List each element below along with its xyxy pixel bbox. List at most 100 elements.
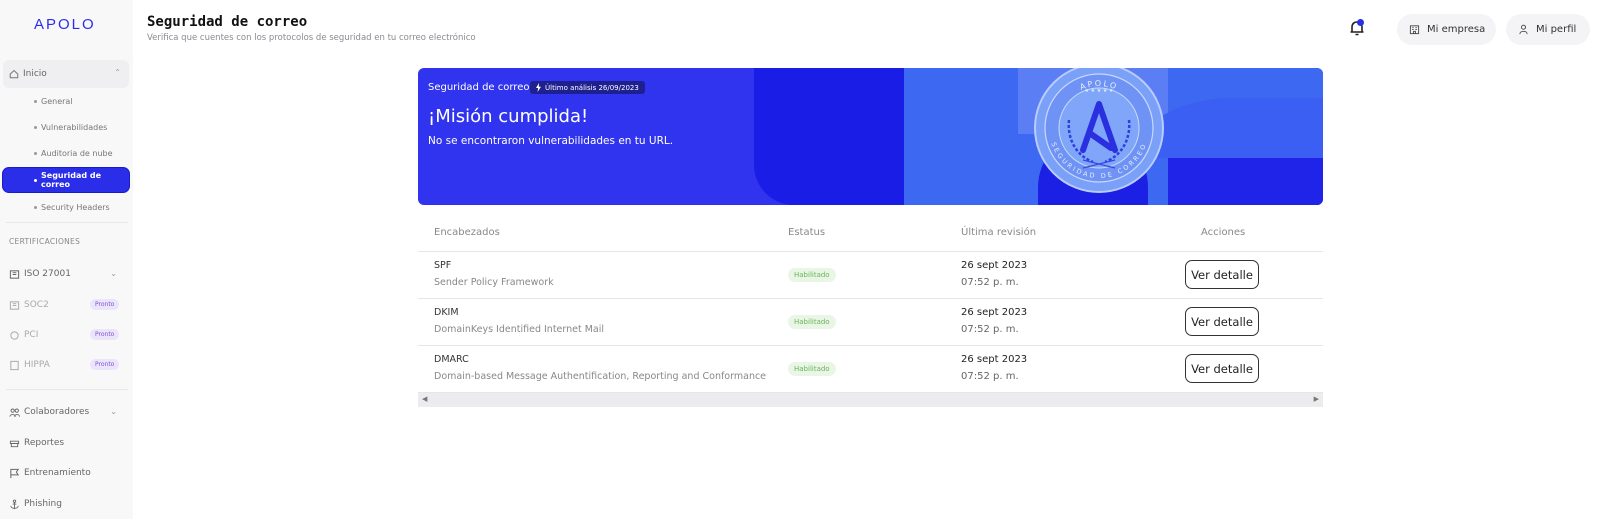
- pronto-badge: Pronto: [90, 329, 120, 340]
- sidebar-item-label: Vulnerabilidades: [41, 122, 108, 132]
- svg-text:★ ★ ★ ★ ★: ★ ★ ★ ★ ★: [1085, 88, 1114, 94]
- sidebar-item-label: Seguridad de correo: [41, 171, 102, 189]
- sidebar-item-colaboradores[interactable]: Colaboradores ⌄: [9, 402, 129, 422]
- review-date: 26 sept 2023: [961, 307, 1028, 318]
- sidebar-item-label: PCI: [24, 330, 39, 340]
- home-icon: [9, 69, 19, 79]
- sidebar-item-label: General: [41, 96, 73, 106]
- sidebar-item-pci[interactable]: PCI Pronto: [9, 325, 129, 345]
- sidebar-item-iso27001[interactable]: ISO 27001 ⌄: [9, 264, 129, 284]
- sidebar-item-label: Phishing: [24, 499, 62, 509]
- sidebar-item-phishing[interactable]: Phishing: [9, 494, 129, 514]
- last-analysis-text: Último análisis 26/09/2023: [545, 83, 639, 92]
- chevron-down-icon: ⌄: [110, 269, 117, 278]
- bullet-icon: [34, 152, 37, 155]
- bullet-icon: [34, 179, 37, 182]
- status-badge: Habilitado: [788, 268, 836, 282]
- sidebar-item-label: Reportes: [24, 438, 65, 448]
- profile-button[interactable]: Mi perfil: [1506, 14, 1590, 45]
- scroll-right-icon[interactable]: ▶: [1314, 395, 1319, 403]
- sidebar-item-label: Auditoria de nube: [41, 148, 113, 158]
- review-time: 07:52 p. m.: [961, 324, 1019, 335]
- sidebar-item-reportes[interactable]: Reportes: [9, 433, 129, 453]
- anchor-icon: [10, 499, 19, 509]
- column-header-status: Estatus: [788, 227, 826, 238]
- building-icon: [1409, 25, 1420, 35]
- sidebar-item-hippa[interactable]: HIPPA Pronto: [9, 355, 129, 375]
- status-banner: Seguridad de correo Último análisis 26/0…: [418, 68, 1323, 205]
- lightning-icon: [536, 83, 541, 92]
- review-date: 26 sept 2023: [961, 260, 1028, 271]
- bullet-icon: [34, 100, 37, 103]
- protocol-name: SPF: [434, 260, 452, 271]
- pronto-badge: Pronto: [90, 359, 120, 370]
- page-subtitle: Verifica que cuentes con los protocolos …: [147, 33, 476, 43]
- sidebar-item-seguridad-correo[interactable]: Seguridad de correo: [3, 168, 129, 192]
- protocol-name: DMARC: [434, 354, 469, 365]
- certificate-icon: [10, 360, 19, 370]
- protocol-name: DKIM: [434, 307, 459, 318]
- horizontal-scrollbar[interactable]: ◀ ▶: [418, 393, 1323, 407]
- column-header-last-review: Última revisión: [961, 227, 1037, 238]
- nav-group-inicio[interactable]: Inicio ⌃: [3, 60, 129, 88]
- sidebar-item-label: SOC2: [24, 300, 49, 310]
- email-security-table: Encabezados Estatus Última revisión Acci…: [418, 216, 1323, 407]
- certificate-icon: [10, 330, 19, 340]
- banner-title: Seguridad de correo: [428, 82, 530, 93]
- banner-heading: ¡Misión cumplida!: [428, 106, 589, 127]
- view-detail-button[interactable]: Ver detalle: [1185, 307, 1259, 336]
- certificate-icon: [9, 269, 20, 279]
- banner-decor-shape: [754, 68, 904, 205]
- sidebar-item-label: HIPPA: [24, 360, 50, 370]
- protocol-description: Domain-based Message Authentification, R…: [434, 371, 767, 382]
- view-detail-button[interactable]: Ver detalle: [1185, 354, 1259, 383]
- sidebar-item-auditoria[interactable]: Auditoria de nube: [3, 141, 129, 165]
- last-analysis-badge: Último análisis 26/09/2023: [530, 81, 645, 94]
- sidebar-item-label: Security Headers: [41, 202, 110, 212]
- sidebar-item-general[interactable]: General: [3, 89, 129, 113]
- logo: APOLO: [34, 16, 96, 33]
- flag-icon: [10, 468, 20, 478]
- sidebar-item-entrenamiento[interactable]: Entrenamiento: [9, 463, 129, 483]
- review-time: 07:52 p. m.: [961, 277, 1019, 288]
- status-badge: Habilitado: [788, 362, 836, 376]
- sidebar-item-vulnerabilidades[interactable]: Vulnerabilidades: [3, 115, 129, 139]
- certificate-icon: [9, 300, 20, 310]
- column-header-name: Encabezados: [434, 227, 500, 238]
- users-icon: [9, 408, 20, 417]
- review-time: 07:52 p. m.: [961, 371, 1019, 382]
- protocol-description: DomainKeys Identified Internet Mail: [434, 324, 605, 335]
- banner-message: No se encontraron vulnerabilidades en tu…: [428, 135, 674, 147]
- column-header-actions: Acciones: [1201, 227, 1246, 238]
- status-badge: Habilitado: [788, 315, 836, 329]
- table-header: Encabezados Estatus Última revisión Acci…: [418, 216, 1323, 252]
- notification-dot: [1357, 19, 1364, 26]
- section-label-certificaciones: CERTIFICACIONES: [9, 237, 81, 246]
- pronto-badge: Pronto: [90, 299, 120, 310]
- page-title: Seguridad de correo: [147, 14, 308, 30]
- divider: [6, 222, 128, 223]
- report-icon: [9, 440, 20, 447]
- company-button[interactable]: Mi empresa: [1397, 14, 1496, 45]
- table-row: SPF Sender Policy Framework Habilitado 2…: [418, 252, 1323, 299]
- bullet-icon: [34, 126, 37, 129]
- chevron-up-icon: ⌃: [114, 68, 121, 77]
- table-row: DKIM DomainKeys Identified Internet Mail…: [418, 299, 1323, 346]
- bullet-icon: [34, 206, 37, 209]
- profile-label: Mi perfil: [1536, 24, 1577, 35]
- sidebar-item-label: Entrenamiento: [24, 468, 91, 478]
- review-date: 26 sept 2023: [961, 354, 1028, 365]
- user-icon: [1519, 24, 1528, 35]
- scroll-left-icon[interactable]: ◀: [422, 395, 427, 403]
- sidebar-item-security-headers[interactable]: Security Headers: [3, 195, 129, 219]
- security-seal-icon: APOLO SEGURIDAD DE CORREO ★ ★ ★ ★ ★: [1034, 68, 1164, 193]
- company-label: Mi empresa: [1427, 24, 1486, 35]
- sidebar-item-label: Colaboradores: [24, 407, 90, 417]
- divider: [6, 389, 128, 390]
- sidebar-item-soc2[interactable]: SOC2 Pronto: [9, 295, 129, 315]
- table-row: DMARC Domain-based Message Authentificat…: [418, 346, 1323, 393]
- sidebar-item-label: ISO 27001: [24, 269, 71, 279]
- protocol-description: Sender Policy Framework: [434, 277, 554, 288]
- view-detail-button[interactable]: Ver detalle: [1185, 260, 1259, 289]
- chevron-down-icon: ⌄: [110, 407, 117, 416]
